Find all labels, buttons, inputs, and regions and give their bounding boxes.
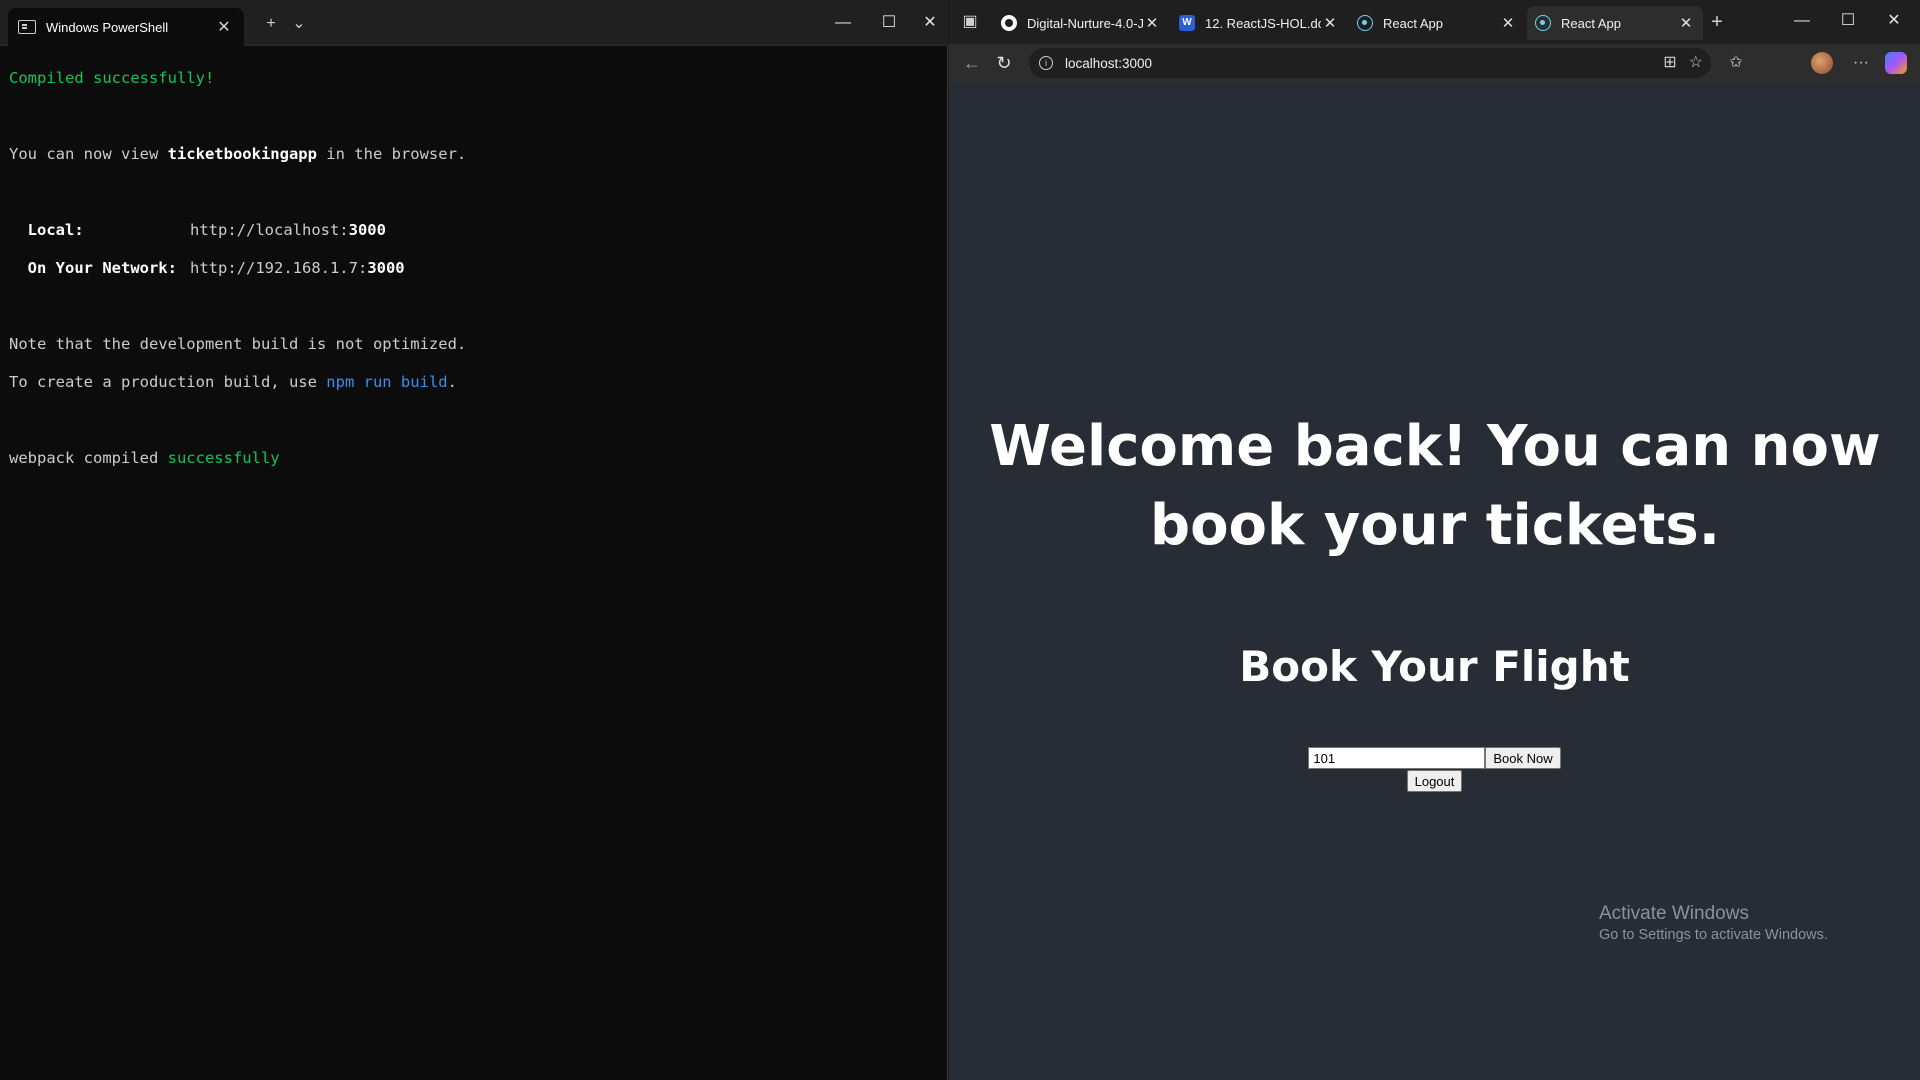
close-button[interactable]: ✕ (912, 8, 948, 38)
more-options-icon[interactable]: ··· (1848, 50, 1874, 76)
network-line: On Your Network: http://192.168.1.7:3000 (9, 259, 405, 277)
webpack-line: webpack compiled successfully (9, 449, 280, 467)
close-tab-icon[interactable]: ✕ (1321, 14, 1339, 32)
powershell-window: Windows PowerShell ✕ + ⌄ — ☐ ✕ Compiled … (0, 0, 948, 1080)
sidebar-toggle-icon[interactable]: ▣ (957, 9, 983, 35)
watermark-title: Activate Windows (1599, 903, 1749, 924)
browser-tabbar: ▣ Digital-Nurture-4.0-Ja ✕ W 12. ReactJS… (949, 0, 1920, 44)
close-tab-icon[interactable]: ✕ (1499, 14, 1517, 32)
watermark-subtitle: Go to Settings to activate Windows. (1599, 927, 1828, 943)
copilot-icon[interactable] (1885, 52, 1907, 74)
view-line: You can now view ticketbookingapp in the… (9, 145, 467, 163)
address-bar[interactable]: i localhost:3000 ⊞ ☆ (1029, 48, 1711, 78)
new-tab-button[interactable]: + (258, 12, 284, 36)
book-now-button[interactable]: Book Now (1485, 747, 1561, 769)
logout-row: Logout (949, 770, 1920, 792)
profile-avatar[interactable] (1811, 52, 1833, 74)
tab-word-doc[interactable]: W 12. ReactJS-HOL.docx ✕ (1171, 6, 1347, 40)
close-tab-icon[interactable]: ✕ (1143, 14, 1161, 32)
terminal-output[interactable]: Compiled successfully! You can now view … (9, 50, 939, 506)
note-line: Note that the development build is not o… (9, 335, 467, 353)
booking-form: Book Now (949, 747, 1920, 769)
favorites-icon[interactable]: ✩ (1723, 50, 1749, 76)
browser-toolbar: ← ↻ i localhost:3000 ⊞ ☆ ✩ ··· (949, 44, 1920, 82)
back-button[interactable]: ← (959, 50, 985, 76)
chevron-down-icon[interactable]: ⌄ (286, 12, 312, 36)
maximize-button[interactable]: ☐ (1825, 6, 1871, 36)
terminal-icon (18, 20, 36, 34)
favorite-star-icon[interactable]: ☆ (1689, 52, 1703, 72)
new-tab-button[interactable]: + (1704, 9, 1730, 35)
flight-number-input[interactable] (1308, 747, 1486, 769)
compiled-line: Compiled successfully! (9, 69, 215, 87)
activate-windows-watermark: Activate Windows Go to Settings to activ… (1599, 903, 1828, 943)
tab-react-app-active[interactable]: React App ✕ (1527, 6, 1703, 40)
tab-windows-powershell[interactable]: Windows PowerShell ✕ (8, 8, 244, 46)
close-tab-icon[interactable]: ✕ (214, 17, 234, 37)
book-flight-heading: Book Your Flight (1239, 642, 1630, 691)
close-tab-icon[interactable]: ✕ (1677, 14, 1695, 32)
github-icon (1001, 15, 1017, 31)
info-icon[interactable]: i (1039, 56, 1053, 70)
edge-browser-window: ▣ Digital-Nurture-4.0-Ja ✕ W 12. ReactJS… (949, 0, 1920, 1080)
local-line: Local: http://localhost:3000 (9, 221, 386, 239)
url-text[interactable]: localhost:3000 (1065, 56, 1152, 71)
word-icon: W (1179, 15, 1195, 31)
logout-button[interactable]: Logout (1406, 770, 1463, 792)
react-icon (1535, 15, 1551, 31)
welcome-heading: Welcome back! You can now book your tick… (989, 414, 1881, 558)
prod-line: To create a production build, use npm ru… (9, 373, 457, 391)
tab-github[interactable]: Digital-Nurture-4.0-Ja ✕ (993, 6, 1169, 40)
app-available-icon[interactable]: ⊞ (1663, 52, 1676, 72)
app-name: ticketbookingapp (167, 145, 317, 163)
maximize-button[interactable]: ☐ (866, 8, 912, 38)
tab-label: Windows PowerShell (46, 19, 169, 35)
close-button[interactable]: ✕ (1871, 6, 1917, 36)
refresh-button[interactable]: ↻ (991, 50, 1017, 76)
terminal-titlebar: Windows PowerShell ✕ + ⌄ — ☐ ✕ (0, 0, 948, 46)
react-icon (1357, 15, 1373, 31)
minimize-button[interactable]: — (1779, 6, 1825, 36)
minimize-button[interactable]: — (820, 8, 866, 38)
tab-react-app-1[interactable]: React App ✕ (1349, 6, 1525, 40)
